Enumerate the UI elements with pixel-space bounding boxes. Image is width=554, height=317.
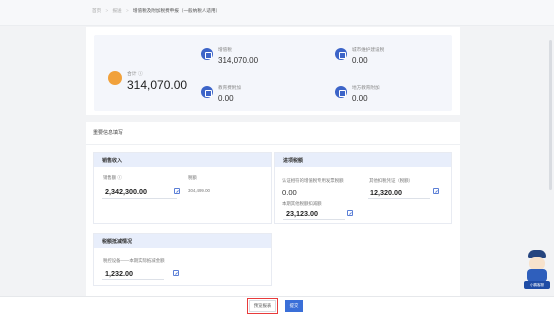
summary-card: 合计 ⓘ 314,070.00 增值税 314,070.00 城市维护建设税 0… [94, 35, 452, 111]
education-fee-label: 教育费附加 [218, 85, 241, 90]
breadcrumb-current: 增值税及附加税费申报（一般纳税人适用） [132, 8, 221, 13]
tax-value: 304,499.00 [188, 188, 210, 193]
edit-icon[interactable] [347, 210, 353, 216]
sales-amount-underline [102, 198, 177, 199]
tax-reduction-card: 税额抵减情况 税控设备——本期实际抵减金额 1,232.00 [93, 233, 272, 286]
top-bar: 首页 > 报送 > 增值税及附加税费申报（一般纳税人适用） [0, 0, 554, 26]
urban-tax-label: 城市维护建设税 [352, 47, 385, 52]
tax-summary-panel: 合计 ⓘ 314,070.00 增值税 314,070.00 城市维护建设税 0… [86, 27, 460, 115]
education-fee-icon [201, 86, 213, 98]
total-label: 合计 ⓘ [127, 72, 143, 77]
sales-card-header: 销售收入 [94, 153, 271, 167]
urban-tax-value: 0.00 [352, 56, 368, 65]
urban-tax-icon [335, 48, 347, 60]
section-divider [86, 144, 460, 145]
local-education-icon [335, 86, 347, 98]
edit-icon[interactable] [433, 188, 439, 194]
vat-value: 314,070.00 [218, 56, 259, 65]
vat-label: 增值税 [218, 47, 232, 52]
customer-service-avatar[interactable]: 小鹏客服 [524, 250, 550, 290]
local-education-value: 0.00 [352, 94, 368, 103]
edit-icon[interactable] [174, 188, 180, 194]
sales-amount-label: 销售额 ⓘ [103, 175, 122, 180]
total-chart-icon [108, 71, 122, 85]
current-tax-label: 本期其他税额扣减额 [282, 201, 322, 206]
important-info-panel: 重要信息填写 销售收入 销售额 ⓘ 2,342,300.00 税额 304,49… [86, 122, 460, 297]
education-fee-value: 0.00 [218, 94, 234, 103]
other-tax-label: 其他扣税凭证（税额） [369, 178, 413, 183]
total-value: 314,070.00 [127, 78, 188, 92]
tax-reduction-input[interactable]: 1,232.00 [105, 269, 133, 278]
breadcrumb-home[interactable]: 首页 [92, 8, 101, 13]
sales-amount-input[interactable]: 2,342,300.00 [105, 187, 147, 196]
other-tax-underline [368, 198, 430, 199]
vat-icon [201, 48, 213, 60]
edit-icon[interactable] [173, 270, 179, 276]
section-title: 重要信息填写 [93, 130, 124, 136]
sales-card: 销售收入 销售额 ⓘ 2,342,300.00 税额 304,499.00 [93, 152, 272, 224]
deductible-tax-value: 0.00 [282, 188, 297, 197]
breadcrumb: 首页 > 报送 > 增值税及附加税费申报（一般纳税人适用） [92, 8, 220, 14]
input-tax-card: 进项税额 认证相符的增值税专用发票税额 0.00 其他扣税凭证（税额） 12,3… [274, 152, 452, 224]
deductible-tax-label: 认证相符的增值税专用发票税额 [282, 178, 344, 183]
vertical-scrollbar[interactable] [549, 40, 552, 190]
breadcrumb-separator: > [125, 8, 129, 13]
submit-button[interactable]: 提交 [285, 300, 303, 312]
tax-reduction-underline [102, 279, 164, 280]
mascot-caption: 小鹏客服 [524, 281, 550, 289]
other-tax-input[interactable]: 12,320.00 [370, 188, 402, 197]
input-tax-card-header: 进项税额 [275, 153, 451, 167]
breadcrumb-section[interactable]: 报送 [112, 8, 121, 13]
breadcrumb-separator: > [105, 8, 109, 13]
current-tax-underline [283, 219, 345, 220]
preview-report-button[interactable]: 预览报表 [249, 300, 276, 312]
local-education-label: 地方教育附加 [352, 85, 380, 90]
tax-reduction-label: 税控设备——本期实际抵减金额 [103, 258, 165, 263]
tax-label: 税额 [188, 175, 197, 180]
current-tax-input[interactable]: 23,123.00 [286, 209, 318, 218]
tax-reduction-card-header: 税额抵减情况 [94, 234, 271, 248]
